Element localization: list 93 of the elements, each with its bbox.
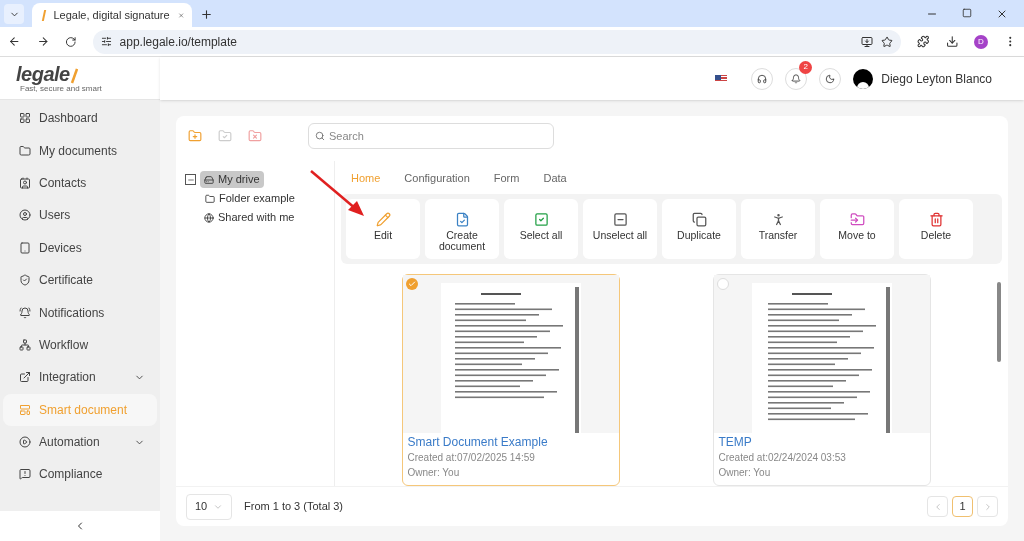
profile-avatar[interactable]: D: [974, 34, 988, 49]
notification-badge: 2: [799, 60, 813, 74]
shield-icon: [19, 274, 31, 287]
tab[interactable]: Data: [543, 169, 567, 186]
reload-icon[interactable]: [65, 35, 77, 48]
contact-card-icon: [19, 176, 31, 189]
sidebar-item[interactable]: Certificate: [3, 263, 157, 297]
folder-icon: [205, 193, 215, 204]
site-settings-icon: [100, 36, 112, 47]
page-button[interactable]: 1: [952, 496, 973, 517]
restore-icon[interactable]: [962, 8, 972, 18]
sidebar-item[interactable]: My documents: [3, 134, 157, 167]
minus-square-icon: [612, 212, 628, 227]
tab[interactable]: Configuration: [404, 169, 470, 186]
message-icon: [19, 468, 31, 481]
template-icon: [19, 403, 31, 416]
tablet-icon: [19, 241, 31, 254]
install-icon[interactable]: [861, 35, 874, 48]
sidebar-item[interactable]: Devices: [3, 231, 157, 264]
tree-label: My drive: [218, 172, 260, 188]
sidebar-item[interactable]: Contacts: [3, 166, 157, 200]
workflow-icon: [19, 338, 31, 351]
search-icon: [315, 131, 325, 141]
toolbar-button[interactable]: Move to: [820, 199, 894, 259]
document-created: Created at:07/02/2025 14:59: [407, 451, 536, 465]
dashboard-icon: [19, 112, 31, 125]
toolbar-button[interactable]: Duplicate: [662, 199, 736, 259]
url-text: app.legale.io/template: [119, 33, 238, 51]
sidebar-item[interactable]: Automation: [3, 425, 157, 459]
logo[interactable]: legale: [16, 63, 160, 84]
folder-arrow-icon: [849, 212, 865, 227]
tree-item[interactable]: Shared with me: [200, 209, 299, 226]
tree-item[interactable]: My drive: [200, 171, 264, 188]
toolbar-button[interactable]: Create document: [425, 199, 499, 259]
toolbar-button[interactable]: Unselect all: [583, 199, 657, 259]
sidebar-item[interactable]: Notifications: [3, 296, 157, 329]
globe-icon: [204, 212, 214, 223]
tree-label: Folder example: [219, 191, 295, 207]
new-folder-icon[interactable]: [188, 129, 202, 143]
checkbox[interactable]: [716, 278, 729, 290]
back-icon[interactable]: [8, 35, 21, 48]
bell-icon: [791, 73, 802, 84]
extensions-icon[interactable]: [917, 35, 930, 48]
document-card[interactable]: TEMP Created at:02/24/2024 03:53 Owner: You: [712, 274, 931, 486]
user-icon: [19, 209, 31, 222]
checkbox-icon: [533, 212, 549, 227]
tree-item[interactable]: Folder example: [201, 190, 299, 207]
drive-icon: [204, 174, 214, 185]
tab-title: Legale, digital signature: [53, 7, 170, 23]
sidebar-item[interactable]: Compliance: [3, 458, 157, 491]
sidebar-item[interactable]: Users: [3, 199, 157, 232]
page-size-select[interactable]: 10: [186, 493, 232, 520]
toolbar-button[interactable]: Transfer: [741, 199, 815, 259]
sidebar-item[interactable]: Workflow: [3, 328, 157, 362]
folder-check-icon[interactable]: [218, 129, 232, 143]
trash-icon: [928, 212, 944, 227]
play-circle-icon: [19, 436, 31, 449]
bookmark-icon[interactable]: [881, 35, 894, 48]
toolbar-button[interactable]: Edit: [346, 199, 420, 259]
sidebar-item[interactable]: Dashboard: [3, 102, 157, 135]
document-created: Created at:02/24/2024 03:53: [718, 451, 847, 465]
copy-icon: [691, 212, 707, 227]
new-tab-icon[interactable]: [200, 8, 213, 21]
pencil-icon: [375, 212, 391, 227]
address-bar[interactable]: app.legale.io/template: [92, 29, 902, 54]
flag-icon[interactable]: [715, 74, 728, 83]
browser-tab[interactable]: Legale, digital signature: [32, 3, 192, 27]
forward-icon[interactable]: [36, 35, 49, 48]
pagination-summary: From 1 to 3 (Total 3): [244, 499, 345, 515]
search-field[interactable]: Search: [308, 123, 554, 149]
toolbar-button[interactable]: Select all: [504, 199, 578, 259]
toolbar-button[interactable]: Delete: [899, 199, 973, 259]
download-icon[interactable]: [945, 35, 959, 48]
collapse-toggle[interactable]: [185, 174, 196, 185]
document-title[interactable]: TEMP: [718, 435, 925, 450]
check-icon: [407, 280, 416, 288]
sidebar-item[interactable]: Integration: [3, 361, 157, 394]
user-avatar-icon[interactable]: [853, 68, 874, 89]
document-owner: Owner: You: [718, 466, 772, 480]
tab[interactable]: Form: [493, 169, 520, 186]
headset-icon: [757, 73, 768, 84]
document-owner: Owner: You: [407, 466, 461, 480]
moon-icon: [825, 73, 836, 84]
tree-label: Shared with me: [218, 210, 295, 226]
close-window-icon[interactable]: [996, 8, 1008, 20]
user-name[interactable]: Diego Leyton Blanco: [881, 69, 992, 88]
document-title[interactable]: Smart Document Example: [407, 435, 614, 450]
external-link-icon: [19, 371, 31, 384]
document-card[interactable]: Smart Document Example Created at:07/02/2025 14:59 Owner: You: [401, 274, 620, 486]
document-check-icon: [454, 212, 470, 227]
checkbox[interactable]: [405, 278, 418, 290]
bell-icon: [19, 306, 31, 319]
folder-icon: [19, 144, 31, 157]
